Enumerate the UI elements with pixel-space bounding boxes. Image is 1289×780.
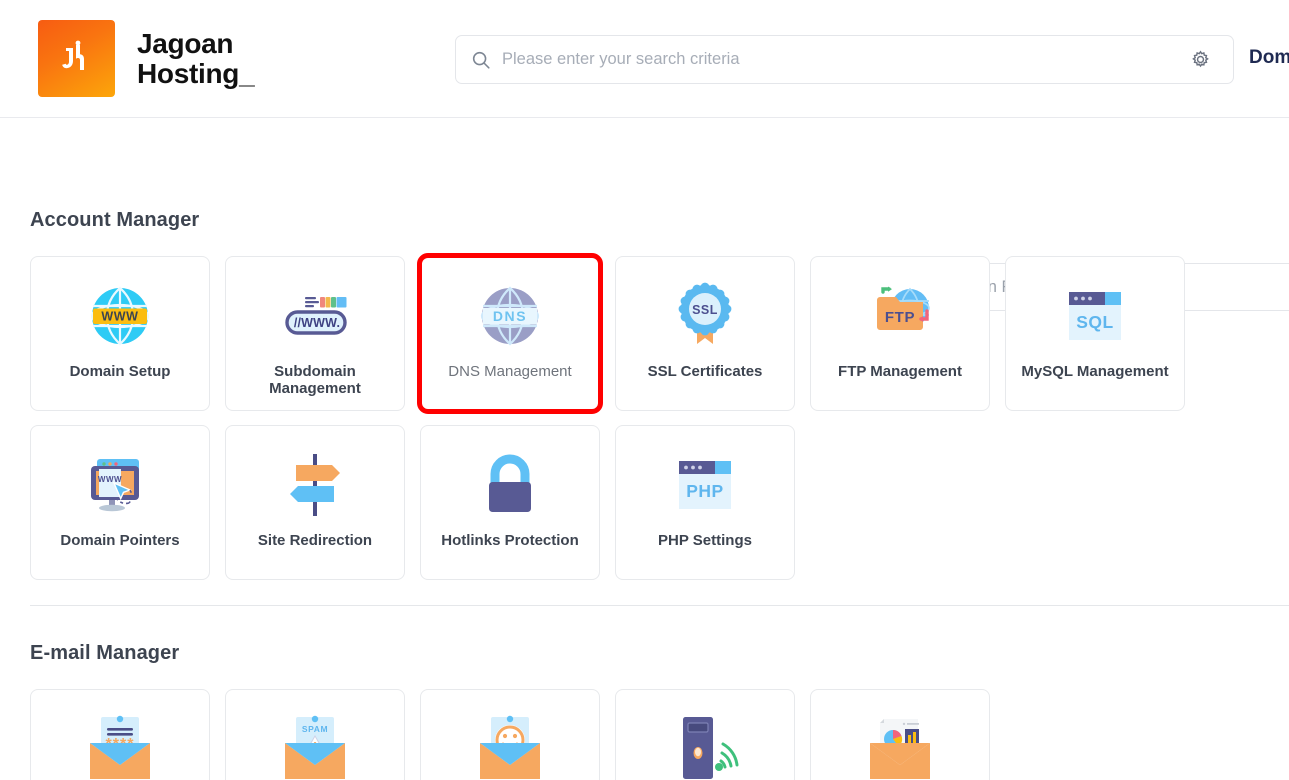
ftp-folder-globe-icon: FTP (863, 277, 937, 355)
app-header: Jagoan Hosting_ Dom (0, 0, 1289, 118)
padlock-icon (475, 446, 545, 524)
section-title-account-manager: Account Manager (30, 209, 200, 231)
card-email-smiley[interactable] (420, 689, 600, 780)
ssl-badge-icon: SSL (669, 277, 741, 355)
dns-globe-icon: DNS (474, 277, 546, 355)
card-domain-pointers[interactable]: WWW Domain Pointers (30, 425, 210, 580)
search-icon (470, 49, 492, 71)
card-ftp-management[interactable]: FTP FTP Management (810, 256, 990, 411)
card-label: DNS Management (448, 363, 572, 380)
brand-name: Jagoan Hosting_ (137, 27, 255, 89)
sql-window-icon: SQL (1061, 277, 1129, 355)
card-ssl-certificates[interactable]: SSL SSL Certificates (615, 256, 795, 411)
card-label: Domain Pointers (60, 532, 180, 549)
card-label: Hotlinks Protection (441, 532, 579, 549)
envelope-report-icon (860, 710, 940, 780)
card-domain-setup[interactable]: WWW Domain Setup (30, 256, 210, 411)
card-row: WWW Domain Setup //WWW. Subdomain Manage… (30, 253, 1289, 414)
card-subdomain-management[interactable]: //WWW. Subdomain Management (225, 256, 405, 411)
php-window-icon: PHP (671, 446, 739, 524)
card-php-settings[interactable]: PHP PHP Settings (615, 425, 795, 580)
card-row: **** SPAM (30, 689, 1289, 780)
card-row: WWW Domain Pointers Site Redirection Hot… (30, 425, 1289, 580)
card-label: Subdomain Management (269, 363, 361, 398)
svg-text:DNS: DNS (493, 308, 527, 324)
card-label: Domain Setup (69, 363, 171, 380)
jh-logo-icon (38, 20, 115, 97)
card-email-password[interactable]: **** (30, 689, 210, 780)
brand[interactable]: Jagoan Hosting_ (38, 20, 255, 97)
svg-text:SSL: SSL (692, 303, 718, 317)
card-site-redirection[interactable]: Site Redirection (225, 425, 405, 580)
envelope-password-icon: **** (80, 710, 160, 780)
nav-filter-row (0, 118, 1289, 311)
section-divider (30, 605, 1289, 606)
card-label: MySQL Management (1021, 363, 1169, 380)
card-email-report[interactable] (810, 689, 990, 780)
svg-text:SPAM: SPAM (302, 724, 328, 734)
globe-www-icon: WWW (84, 277, 156, 355)
card-label: SSL Certificates (647, 363, 763, 380)
envelope-smiley-icon (470, 710, 550, 780)
card-mysql-management[interactable]: SQL MySQL Management (1005, 256, 1185, 411)
card-label: Site Redirection (257, 532, 373, 549)
global-search[interactable] (455, 35, 1222, 84)
section-title-email-manager: E-mail Manager (30, 642, 180, 664)
svg-text:FTP: FTP (885, 309, 915, 326)
monitor-www-cursor-icon: WWW (83, 446, 157, 524)
svg-text:SQL: SQL (1076, 312, 1113, 332)
search-input[interactable] (502, 50, 1221, 69)
server-signal-icon (665, 710, 745, 780)
svg-text:PHP: PHP (686, 481, 723, 501)
url-bar-icon: //WWW. (279, 277, 351, 355)
card-email-spam[interactable]: SPAM (225, 689, 405, 780)
card-hotlinks-protection[interactable]: Hotlinks Protection (420, 425, 600, 580)
card-dns-management[interactable]: DNS DNS Management (417, 253, 603, 414)
settings-gear-icon[interactable] (1168, 35, 1234, 84)
svg-text:WWW: WWW (101, 309, 138, 323)
card-label: PHP Settings (658, 532, 752, 549)
svg-text://WWW.: //WWW. (294, 316, 340, 330)
svg-text:WWW: WWW (98, 475, 122, 484)
main-content: Account Manager WWW Domain Setup //WWW. … (0, 209, 1289, 780)
card-label: FTP Management (838, 363, 962, 380)
header-nav-link[interactable]: Dom (1249, 47, 1289, 69)
envelope-spam-icon: SPAM (275, 710, 355, 780)
signpost-icon (278, 446, 352, 524)
card-email-server[interactable] (615, 689, 795, 780)
